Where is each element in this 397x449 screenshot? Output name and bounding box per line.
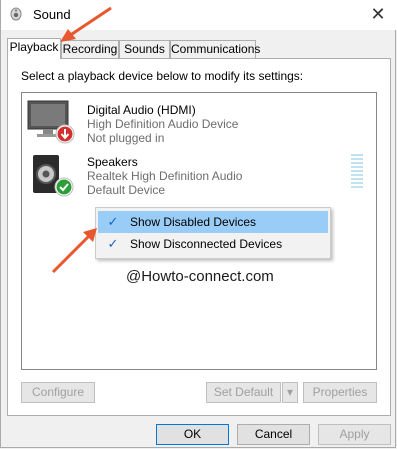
- device-name-hdmi: Digital Audio (HDMI): [87, 103, 196, 117]
- device-driver-hdmi: High Definition Audio Device: [87, 117, 239, 131]
- volume-level-meter: [351, 154, 363, 190]
- check-icon: ✓: [107, 214, 119, 229]
- set-default-dropdown-button[interactable]: ▾: [282, 382, 298, 403]
- apply-button[interactable]: Apply: [318, 424, 391, 445]
- device-status-speakers: Default Device: [87, 183, 166, 197]
- chevron-down-icon: ▾: [286, 385, 294, 399]
- speaker-icon: [33, 155, 74, 197]
- close-button[interactable]: ✕: [366, 3, 390, 27]
- device-status-hdmi: Not plugged in: [87, 131, 165, 145]
- menu-item-show-disconnected[interactable]: ✓ Show Disconnected Devices: [98, 233, 328, 255]
- monitor-icon: [27, 100, 75, 144]
- speaker-app-icon: [10, 7, 22, 21]
- tab-sounds[interactable]: Sounds: [119, 40, 170, 58]
- cancel-button[interactable]: Cancel: [237, 424, 310, 445]
- green-check-badge: [56, 179, 72, 195]
- device-driver-speakers: Realtek High Definition Audio: [87, 169, 243, 183]
- tab-playback[interactable]: Playback: [7, 38, 61, 59]
- menu-item-show-disabled[interactable]: ✓ Show Disabled Devices: [98, 211, 328, 233]
- device-name-speakers: Speakers: [87, 155, 138, 169]
- context-menu: ✓ Show Disabled Devices ✓ Show Disconnec…: [95, 207, 331, 259]
- instruction-text: Select a playback device below to modify…: [21, 69, 304, 83]
- close-icon: ✕: [370, 4, 386, 24]
- sound-dialog: Sound ✕ Playback Recording Sounds Commun…: [0, 0, 397, 448]
- properties-button[interactable]: Properties: [303, 382, 377, 403]
- tab-communications[interactable]: Communications: [170, 40, 260, 58]
- annotation-arrow-tab: [60, 6, 112, 42]
- configure-button[interactable]: Configure: [21, 382, 95, 403]
- annotation-arrow-menu: [51, 228, 97, 274]
- set-default-button[interactable]: Set Default: [206, 382, 281, 403]
- ok-button[interactable]: OK: [156, 424, 229, 445]
- watermark-text: @Howto-connect.com: [126, 268, 274, 285]
- check-icon: ✓: [107, 236, 119, 251]
